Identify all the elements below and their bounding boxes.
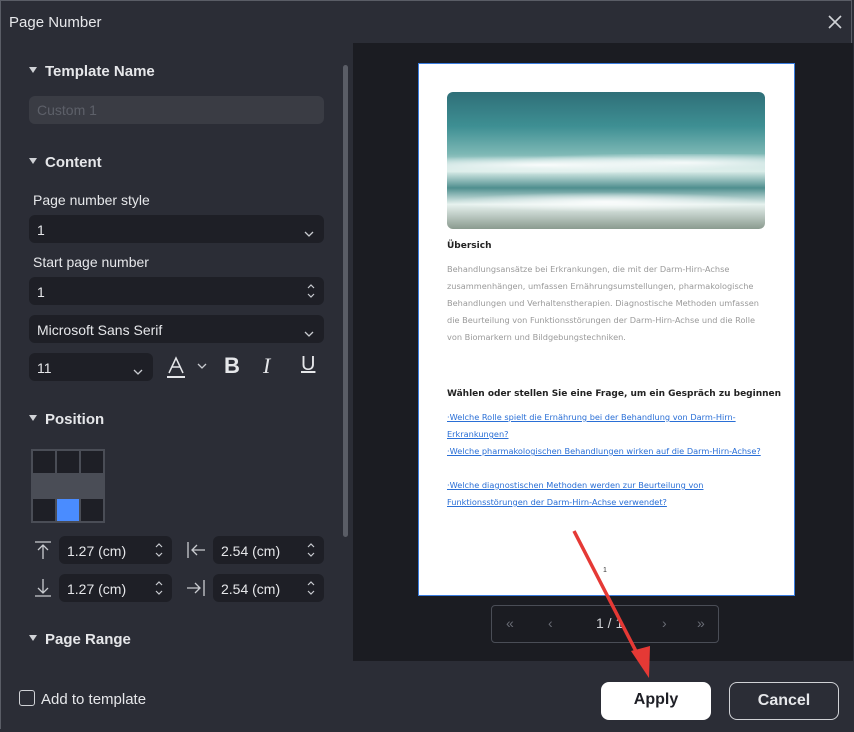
right-margin-value: 2.54 (cm) bbox=[221, 581, 281, 597]
preview-question-link[interactable]: ·Welche diagnostischen Methoden werden z… bbox=[447, 477, 767, 511]
collapse-triangle-icon bbox=[29, 415, 37, 422]
start-page-number-stepper[interactable]: 1 bbox=[29, 277, 324, 305]
collapse-triangle-icon bbox=[29, 158, 37, 165]
position-cell-top-left[interactable] bbox=[33, 451, 55, 473]
preview-page: Übersich Behandlungsansätze bei Erkranku… bbox=[418, 63, 795, 596]
template-name-input: Custom 1 bbox=[29, 96, 324, 124]
section-content[interactable]: Content bbox=[29, 154, 102, 171]
collapse-triangle-icon bbox=[29, 635, 37, 642]
add-to-template-checkbox[interactable] bbox=[19, 690, 35, 706]
preview-question-heading: Wählen oder stellen Sie eine Frage, um e… bbox=[447, 389, 782, 399]
first-page-icon[interactable]: « bbox=[506, 615, 514, 631]
bold-icon[interactable]: B bbox=[224, 353, 240, 379]
position-cell-top-center[interactable] bbox=[57, 451, 79, 473]
page-indicator: 1 / 1 bbox=[596, 615, 624, 631]
bottom-margin-value: 1.27 (cm) bbox=[67, 581, 127, 597]
top-margin-stepper[interactable]: 1.27 (cm) bbox=[59, 536, 172, 564]
left-margin-icon bbox=[185, 539, 207, 566]
settings-panel: Template Name Custom 1 Content Page numb… bbox=[1, 43, 353, 661]
page-number-style-select[interactable]: 1 bbox=[29, 215, 324, 243]
preview-heading: Übersich bbox=[447, 241, 492, 251]
position-grid bbox=[31, 449, 105, 523]
spinner-arrows-icon[interactable] bbox=[306, 579, 316, 600]
settings-scrollbar[interactable] bbox=[343, 65, 348, 537]
section-position[interactable]: Position bbox=[29, 411, 104, 428]
chevron-down-icon bbox=[304, 225, 314, 241]
collapse-triangle-icon bbox=[29, 67, 37, 74]
last-page-icon[interactable]: » bbox=[697, 615, 705, 631]
template-name-placeholder: Custom 1 bbox=[37, 102, 97, 118]
preview-body-text: Behandlungsansätze bei Erkrankungen, die… bbox=[447, 264, 759, 342]
italic-icon[interactable]: I bbox=[263, 353, 270, 379]
preview-page-number: 1 bbox=[603, 567, 607, 574]
section-template-name[interactable]: Template Name bbox=[29, 63, 155, 80]
bottom-margin-icon bbox=[33, 577, 53, 604]
apply-button[interactable]: Apply bbox=[601, 682, 711, 720]
spinner-arrows-icon[interactable] bbox=[306, 541, 316, 562]
right-margin-icon bbox=[185, 577, 207, 604]
chevron-down-icon bbox=[133, 363, 143, 379]
next-page-icon[interactable]: › bbox=[662, 615, 667, 631]
preview-question-link[interactable]: ·Welche Rolle spielt die Ernährung bei d… bbox=[447, 409, 767, 443]
position-cell-bottom-right[interactable] bbox=[81, 499, 103, 521]
position-cell-middle-right[interactable] bbox=[81, 475, 103, 497]
position-cell-middle-center[interactable] bbox=[57, 475, 79, 497]
chevron-down-icon bbox=[304, 325, 314, 341]
preview-question-link[interactable]: ·Welche pharmakologischen Behandlungen w… bbox=[447, 443, 767, 460]
section-page-range[interactable]: Page Range bbox=[29, 631, 131, 648]
page-number-style-value: 1 bbox=[37, 222, 45, 238]
font-family-select[interactable]: Microsoft Sans Serif bbox=[29, 315, 324, 343]
prev-page-icon[interactable]: ‹ bbox=[548, 615, 553, 631]
page-number-style-label: Page number style bbox=[33, 192, 150, 208]
position-cell-bottom-center[interactable] bbox=[57, 499, 79, 521]
add-to-template-label[interactable]: Add to template bbox=[41, 691, 146, 708]
page-navigator: « ‹ 1 / 1 › » bbox=[491, 605, 719, 643]
spinner-arrows-icon[interactable] bbox=[154, 579, 164, 600]
top-margin-value: 1.27 (cm) bbox=[67, 543, 127, 559]
close-icon[interactable] bbox=[823, 10, 847, 34]
start-page-number-value: 1 bbox=[37, 284, 45, 300]
cancel-button[interactable]: Cancel bbox=[729, 682, 839, 720]
top-margin-icon bbox=[33, 539, 53, 566]
left-margin-stepper[interactable]: 2.54 (cm) bbox=[213, 536, 324, 564]
position-cell-bottom-left[interactable] bbox=[33, 499, 55, 521]
start-page-number-label: Start page number bbox=[33, 254, 149, 270]
spinner-arrows-icon[interactable] bbox=[306, 282, 316, 303]
ocean-wave-image bbox=[447, 92, 765, 229]
position-cell-top-right[interactable] bbox=[81, 451, 103, 473]
page-number-dialog: Page Number Template Name Custom 1 Conte… bbox=[0, 0, 853, 730]
font-size-select[interactable]: 11 bbox=[29, 353, 153, 381]
spinner-arrows-icon[interactable] bbox=[154, 541, 164, 562]
position-cell-middle-left[interactable] bbox=[33, 475, 55, 497]
right-margin-stepper[interactable]: 2.54 (cm) bbox=[213, 574, 324, 602]
dialog-title: Page Number bbox=[9, 14, 102, 31]
underline-icon[interactable]: U bbox=[301, 353, 315, 376]
font-color-icon[interactable] bbox=[165, 355, 211, 386]
left-margin-value: 2.54 (cm) bbox=[221, 543, 281, 559]
font-size-value: 11 bbox=[37, 360, 52, 376]
font-family-value: Microsoft Sans Serif bbox=[37, 322, 163, 338]
bottom-margin-stepper[interactable]: 1.27 (cm) bbox=[59, 574, 172, 602]
title-bar: Page Number bbox=[1, 1, 853, 43]
